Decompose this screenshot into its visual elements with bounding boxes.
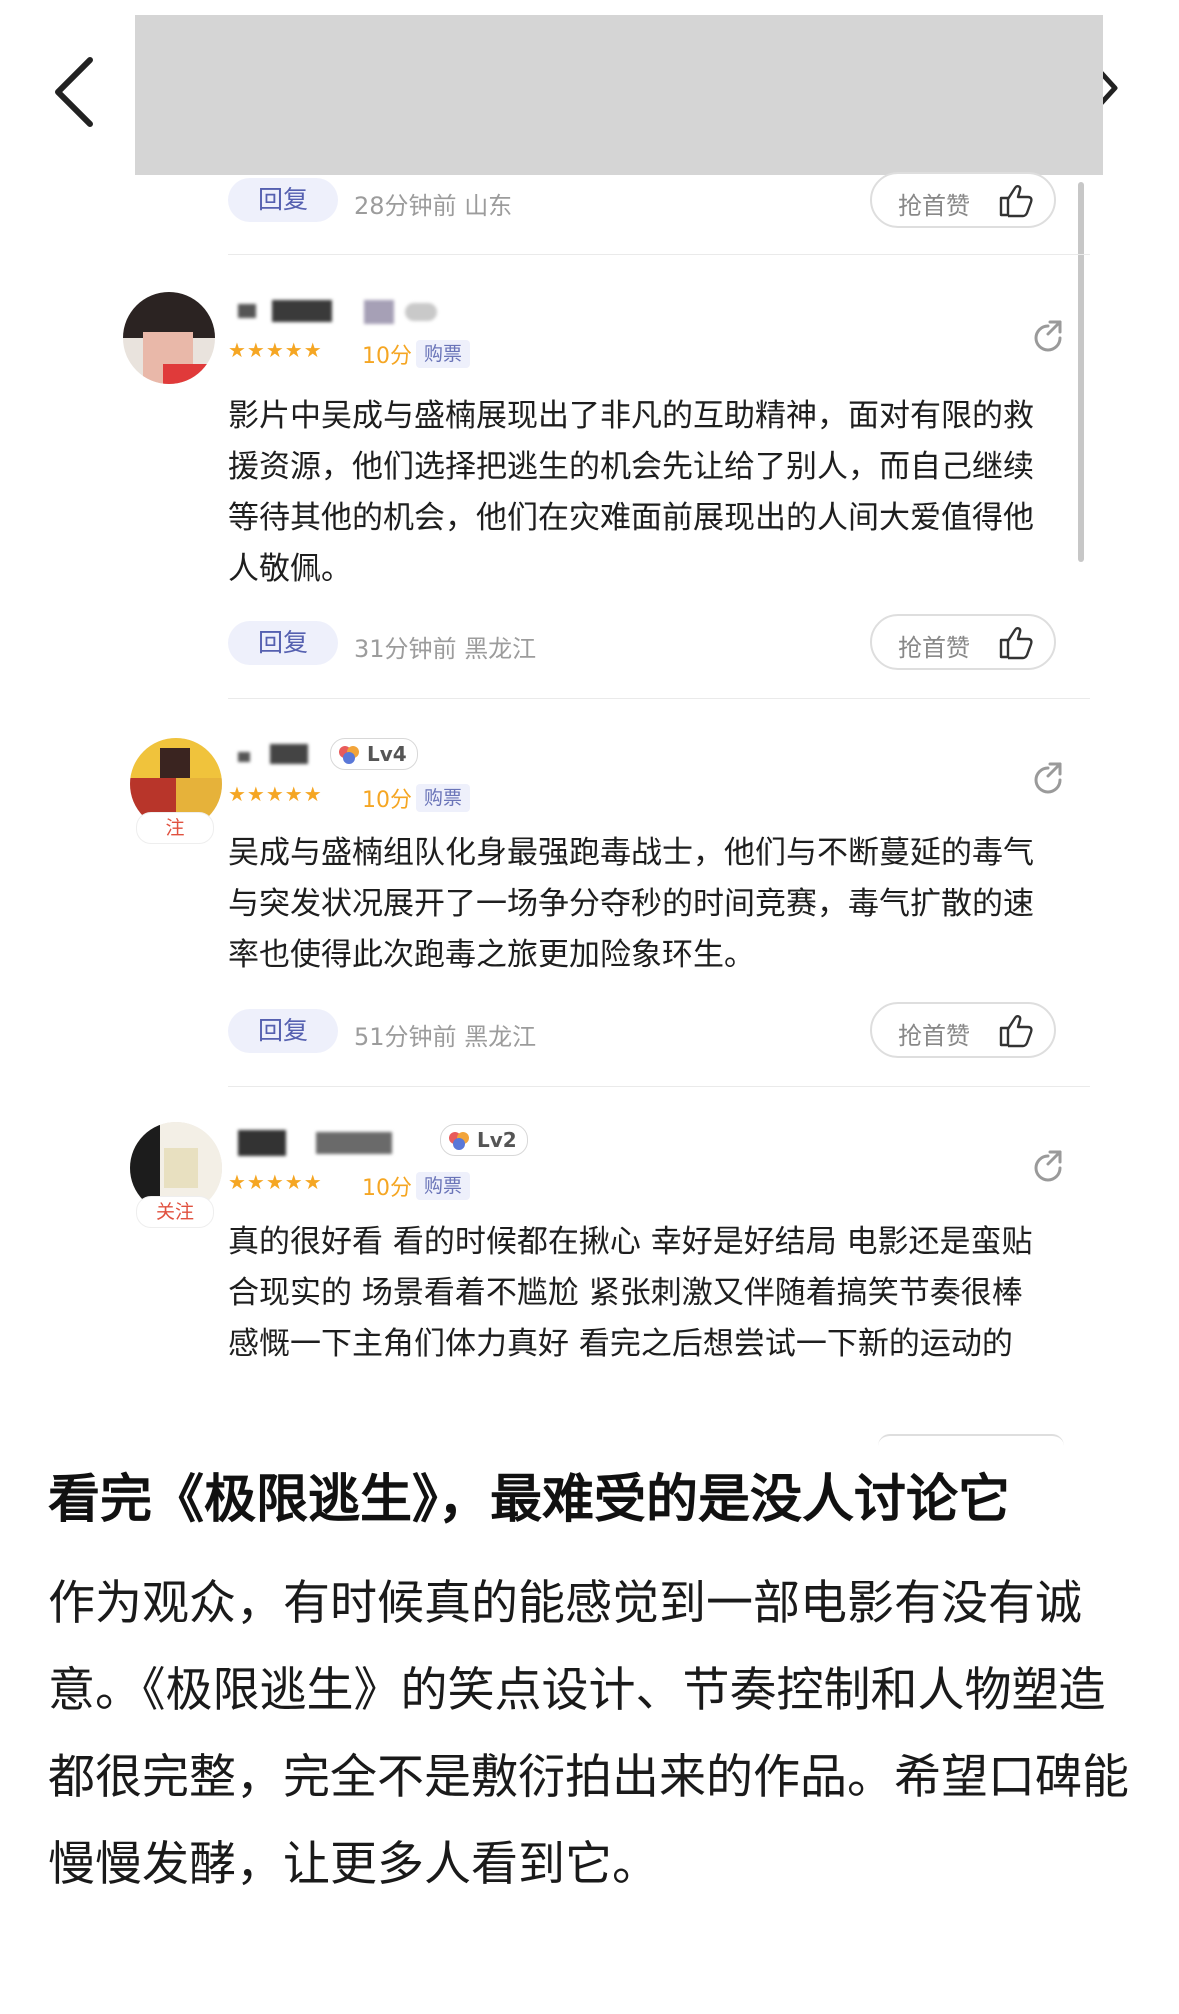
like-label: 抢首赞: [898, 1022, 970, 1050]
scrollbar[interactable]: [1078, 182, 1084, 562]
thumbs-up-icon: [999, 185, 1033, 218]
comment-location: 黑龙江: [464, 635, 537, 663]
comment-text: 吴成与盛楠组队化身最强跑毒战士，他们与不断蔓延的毒气与突发状况展开了一场争分夺秒…: [228, 835, 1034, 973]
user-name-redacted: [270, 744, 308, 764]
reply-button[interactable]: 回复: [228, 621, 338, 665]
divider: [228, 1086, 1090, 1087]
score: 10分: [362, 788, 412, 813]
redacted-header: [135, 15, 1103, 175]
user-name-redacted: [272, 300, 332, 322]
chevron-left-icon[interactable]: [48, 52, 108, 132]
comment-location: 黑龙江: [464, 1023, 537, 1051]
level-face-icon: [339, 746, 359, 764]
share-icon[interactable]: [1030, 760, 1066, 796]
share-icon[interactable]: [1030, 1148, 1066, 1184]
comment-time: 51分钟前: [354, 1023, 457, 1051]
comment-meta: 31分钟前 黑龙江: [354, 629, 536, 664]
buy-ticket-tag: 购票: [416, 340, 471, 368]
article-title: 看完《极限逃生》，最难受的是没人讨论它: [48, 1470, 1011, 1530]
reply-button[interactable]: 回复: [228, 178, 338, 222]
star-rating: ★★★★★: [228, 1170, 323, 1194]
like-button[interactable]: 抢首赞: [870, 1002, 1056, 1058]
score: 10分: [362, 344, 412, 369]
comment-meta: 51分钟前 黑龙江: [354, 1017, 536, 1052]
buy-ticket-tag: 购票: [416, 784, 471, 812]
comment-time: 31分钟前: [354, 635, 457, 663]
comment-meta: 28分钟前 山东: [354, 186, 512, 221]
user-name-redacted: [238, 1130, 286, 1156]
avatar[interactable]: [123, 292, 215, 384]
buy-ticket-tag: 购票: [416, 1172, 471, 1200]
user-name-redacted: [238, 752, 250, 762]
comment-text: 影片中吴成与盛楠展现出了非凡的互助精神，面对有限的救援资源，他们选择把逃生的机会…: [228, 398, 1034, 587]
score: 10分: [362, 1176, 412, 1201]
level-badge: Lv2: [440, 1124, 528, 1156]
article-body: 作为观众，有时候真的能感觉到一部电影有没有诚意。《极限逃生》的笑点设计、节奏控制…: [48, 1576, 1129, 1892]
comment-location: 山东: [464, 192, 513, 220]
divider: [228, 698, 1090, 699]
like-button[interactable]: 抢首赞: [870, 614, 1056, 670]
share-icon[interactable]: [1030, 318, 1066, 354]
thumbs-up-icon: [999, 1015, 1033, 1048]
like-label: 抢首赞: [898, 634, 970, 662]
level-text: Lv2: [477, 1128, 517, 1152]
level-face-icon: [449, 1132, 469, 1150]
divider: [228, 254, 1090, 255]
comment-text: 真的很好看 看的时候都在揪心 幸好是好结局 电影还是蛮贴合现实的 场景看着不尴尬…: [228, 1224, 1033, 1362]
like-button[interactable]: 抢首赞: [870, 172, 1056, 228]
star-rating: ★★★★★: [228, 338, 323, 362]
thumbs-up-icon: [999, 627, 1033, 660]
star-rating: ★★★★★: [228, 782, 323, 806]
user-name-redacted: [364, 300, 394, 324]
like-label: 抢首赞: [898, 192, 970, 220]
follow-button[interactable]: 关注: [136, 1196, 214, 1228]
level-text: Lv4: [367, 742, 407, 766]
reply-button[interactable]: 回复: [228, 1009, 338, 1053]
comment-time: 28分钟前: [354, 192, 457, 220]
like-button-cropped: [878, 1434, 1064, 1446]
user-name-redacted: [316, 1132, 392, 1154]
user-name-redacted: [238, 304, 256, 318]
level-badge: Lv4: [330, 738, 418, 770]
follow-button[interactable]: 注: [136, 812, 214, 844]
user-badge-redacted: [405, 303, 437, 321]
